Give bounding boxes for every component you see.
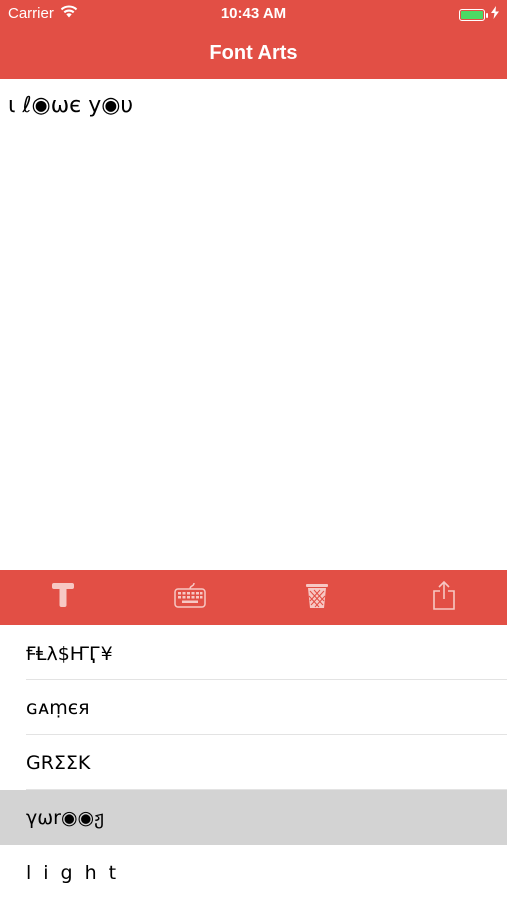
list-item-selected[interactable]: γωr◉◉ჟ (0, 790, 507, 845)
list-item[interactable]: ɢᴀṃєя (0, 680, 507, 735)
status-right (459, 6, 499, 23)
list-item[interactable]: GRΣΣK (0, 735, 507, 790)
share-icon (432, 580, 456, 615)
status-bar: Carrier 10:43 AM (0, 0, 507, 28)
font-style-list: ꞘⱠλ$ҤӶ¥ ɢᴀṃєя GRΣΣK γωr◉◉ჟ light (0, 625, 507, 900)
style-label: γωr◉◉ჟ (26, 806, 104, 829)
style-label: ꞘⱠλ$ҤӶ¥ (26, 642, 113, 665)
battery-icon (459, 8, 488, 21)
nav-title: Font Arts (209, 42, 298, 64)
text-editor[interactable]: ι ℓ◉ωє у◉υ (0, 79, 507, 570)
nav-bar: Font Arts (0, 28, 507, 79)
trash-icon (305, 581, 329, 614)
style-label: light (26, 861, 129, 884)
list-item[interactable]: ꞘⱠλ$ҤӶ¥ (0, 625, 507, 680)
share-button[interactable] (416, 570, 472, 625)
font-style-button[interactable] (35, 570, 91, 625)
charging-bolt-icon (491, 6, 499, 23)
status-time: 10:43 AM (220, 5, 287, 22)
style-label: GRΣΣK (26, 751, 91, 774)
keyboard-icon (174, 582, 206, 613)
editor-text: ι ℓ◉ωє у◉υ (8, 93, 134, 118)
style-label: ɢᴀṃєя (26, 696, 90, 719)
clear-button[interactable] (289, 570, 345, 625)
keyboard-button[interactable] (162, 570, 218, 625)
toolbar (0, 570, 507, 625)
list-item[interactable]: light (0, 845, 507, 900)
text-format-icon (51, 582, 75, 613)
